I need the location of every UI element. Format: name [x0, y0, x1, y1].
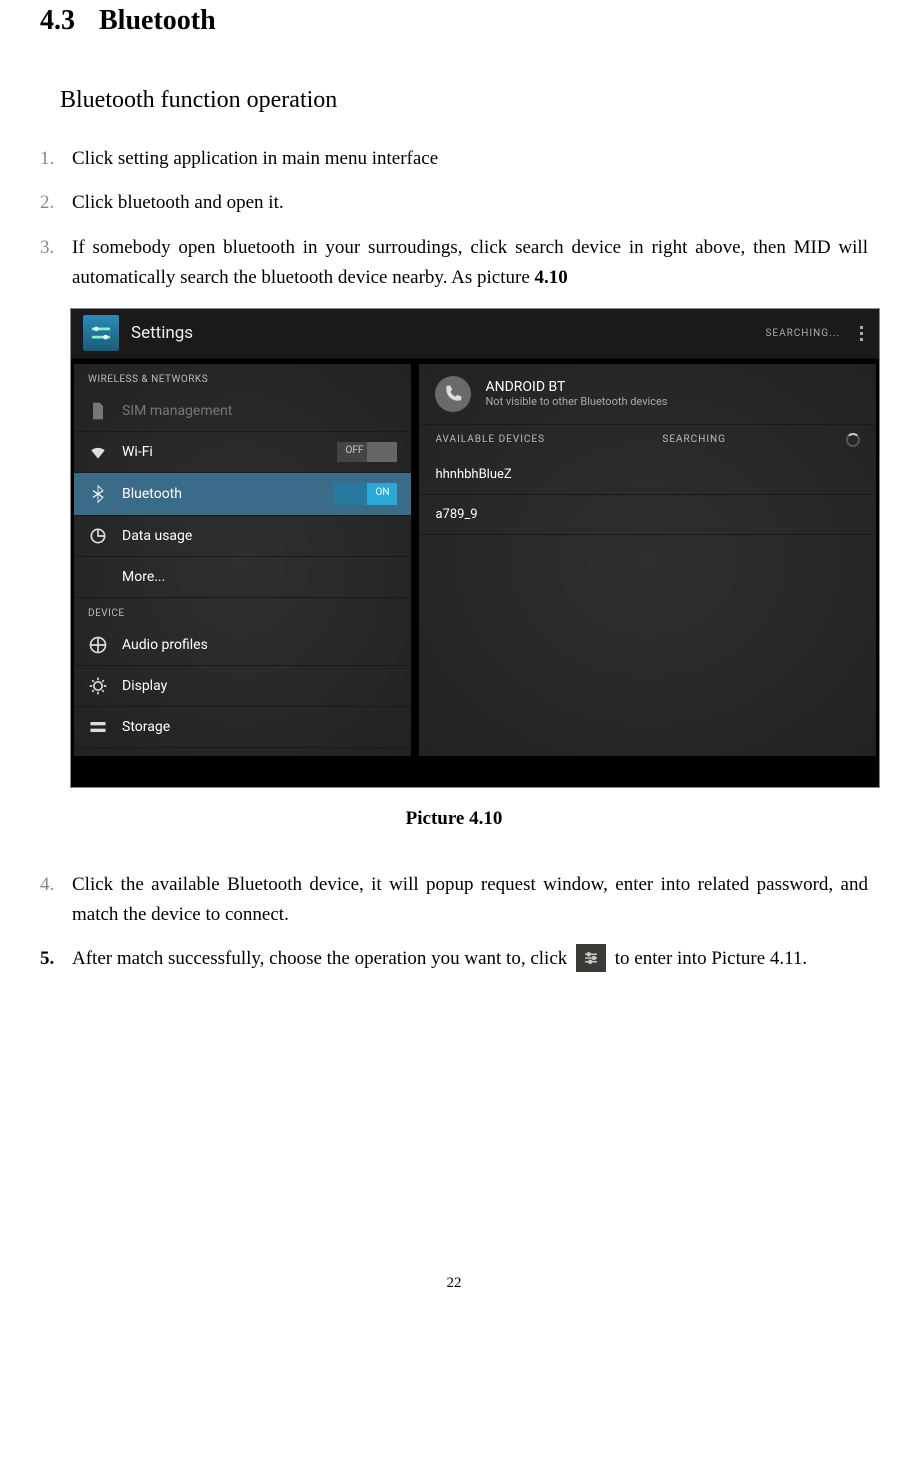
list-item: 4. Click the available Bluetooth device,…	[40, 870, 868, 931]
wifi-icon	[88, 442, 108, 462]
section-number: 4.3	[40, 5, 75, 36]
settings-nav-pane: WIRELESS & NETWORKS SIM management Wi-Fi…	[73, 363, 412, 757]
section-heading: 4.3 Bluetooth	[40, 5, 868, 37]
list-item: 3. If somebody open bluetooth in your su…	[40, 233, 868, 294]
settings-app-icon	[83, 315, 119, 351]
nav-label: More...	[122, 569, 397, 585]
bluetooth-device-item[interactable]: a789_9	[419, 495, 876, 535]
list-number: 5.	[40, 944, 72, 974]
nav-item-audio[interactable]: Audio profiles	[74, 625, 411, 666]
nav-item-display[interactable]: Display	[74, 666, 411, 707]
instruction-list: 1. Click setting application in main men…	[40, 144, 868, 294]
settings-screenshot: Settings SEARCHING... WIRELESS & NETWORK…	[70, 308, 880, 788]
list-number: 2.	[40, 188, 72, 218]
available-devices-header: AVAILABLE DEVICES SEARCHING	[419, 425, 876, 455]
topbar-title: Settings	[131, 323, 193, 343]
overflow-menu-icon[interactable]	[856, 322, 867, 345]
list-text: If somebody open bluetooth in your surro…	[72, 233, 868, 294]
android-nav-bar	[71, 761, 879, 787]
list-item: 2. Click bluetooth and open it.	[40, 188, 868, 218]
list-number: 1.	[40, 144, 72, 174]
nav-label: Display	[122, 678, 397, 694]
figure-caption: Picture 4.10	[40, 808, 868, 830]
data-usage-icon	[88, 526, 108, 546]
list-number: 4.	[40, 870, 72, 931]
bluetooth-device-item[interactable]: hhnhbhBlueZ	[419, 455, 876, 495]
storage-icon	[88, 717, 108, 737]
nav-label: Wi-Fi	[122, 444, 337, 460]
instruction-list-continued: 4. Click the available Bluetooth device,…	[40, 870, 868, 975]
nav-label: Data usage	[122, 528, 397, 544]
bluetooth-self-row[interactable]: ANDROID BT Not visible to other Bluetoot…	[419, 364, 876, 425]
audio-icon	[88, 635, 108, 655]
wifi-toggle[interactable]: OFF	[337, 442, 397, 462]
page-number: 22	[40, 1275, 868, 1292]
nav-item-data-usage[interactable]: Data usage	[74, 516, 411, 557]
searching-label: SEARCHING	[662, 434, 726, 445]
nav-label: Audio profiles	[122, 637, 397, 653]
sim-icon	[88, 401, 108, 421]
list-text: Click the available Bluetooth device, it…	[72, 870, 868, 931]
nav-item-wifi[interactable]: Wi-Fi OFF	[74, 432, 411, 473]
nav-section-header: DEVICE	[74, 598, 411, 625]
list-number: 3.	[40, 233, 72, 294]
nav-item-sim[interactable]: SIM management	[74, 391, 411, 432]
section-title: Bluetooth	[99, 5, 216, 36]
available-label: AVAILABLE DEVICES	[435, 434, 545, 445]
nav-item-storage[interactable]: Storage	[74, 707, 411, 748]
device-name: ANDROID BT	[485, 379, 667, 395]
nav-section-header: WIRELESS & NETWORKS	[74, 364, 411, 391]
bluetooth-detail-pane: ANDROID BT Not visible to other Bluetoot…	[418, 363, 877, 757]
nav-label: SIM management	[122, 403, 397, 419]
settings-sliders-icon	[576, 944, 606, 972]
bluetooth-toggle[interactable]: ON	[333, 483, 397, 505]
list-text: After match successfully, choose the ope…	[72, 944, 868, 974]
display-icon	[88, 676, 108, 696]
nav-label: Storage	[122, 719, 397, 735]
list-item: 1. Click setting application in main men…	[40, 144, 868, 174]
bluetooth-icon	[88, 484, 108, 504]
subheading: Bluetooth function operation	[60, 87, 868, 114]
nav-item-bluetooth[interactable]: Bluetooth ON	[74, 473, 411, 516]
list-text: Click bluetooth and open it.	[72, 188, 868, 218]
list-text: Click setting application in main menu i…	[72, 144, 868, 174]
app-topbar: Settings SEARCHING...	[71, 309, 879, 359]
search-status: SEARCHING...	[765, 328, 840, 339]
list-item: 5. After match successfully, choose the …	[40, 944, 868, 974]
phone-icon	[435, 376, 471, 412]
nav-label: Bluetooth	[122, 486, 333, 502]
loading-spinner-icon	[846, 433, 860, 447]
nav-item-more[interactable]: More...	[74, 557, 411, 598]
visibility-status: Not visible to other Bluetooth devices	[485, 395, 667, 408]
